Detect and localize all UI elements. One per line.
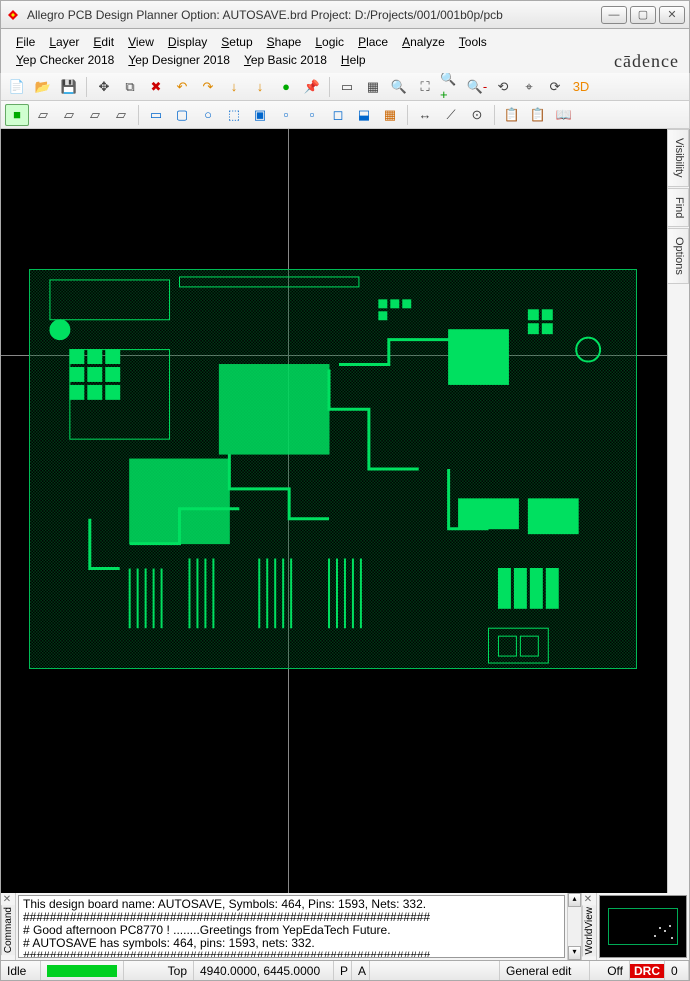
down1-icon[interactable]: ↓ xyxy=(222,76,246,98)
minimize-button[interactable]: — xyxy=(601,6,627,24)
shape-edit3-icon[interactable]: ◻ xyxy=(326,104,350,126)
place-square-icon[interactable]: ■ xyxy=(5,104,29,126)
command-panel-label: Command xyxy=(1,905,15,955)
undo-icon[interactable]: ↶ xyxy=(170,76,194,98)
command-log[interactable]: This design board name: AUTOSAVE, Symbol… xyxy=(18,895,565,958)
shape-split-icon[interactable]: ⬓ xyxy=(352,104,376,126)
app-icon xyxy=(5,7,21,23)
menu-layer[interactable]: Layer xyxy=(42,33,86,51)
scroll-down-icon[interactable]: ▾ xyxy=(568,946,581,960)
maximize-button[interactable]: ▢ xyxy=(630,6,656,24)
shape-outline-icon[interactable]: ▢ xyxy=(170,104,194,126)
scroll-up-icon[interactable]: ▴ xyxy=(568,893,581,907)
shape-edit1-icon[interactable]: ▫ xyxy=(274,104,298,126)
side-tab-find[interactable]: Find xyxy=(668,188,689,227)
side-panel-tabs: VisibilityFindOptions xyxy=(667,129,689,893)
new-file-icon[interactable]: 📄 xyxy=(5,76,29,98)
menu-yep-basic-2018[interactable]: Yep Basic 2018 xyxy=(237,51,334,69)
side-tab-visibility[interactable]: Visibility xyxy=(668,129,689,187)
open-file-icon[interactable]: 📂 xyxy=(31,76,55,98)
worldview-panel-label: WorldView xyxy=(582,905,596,956)
pcb-board-outline xyxy=(29,269,637,669)
status-drc-count: 0 xyxy=(665,961,689,980)
toolbar-main: 📄📂💾✥⧉✖↶↷↓↓●📌▭▦🔍⛶🔍+🔍-⟲⌖⟳3D xyxy=(0,73,690,101)
zoom-prev-icon[interactable]: ⟲ xyxy=(491,76,515,98)
status-progress xyxy=(41,961,124,980)
menu-shape[interactable]: Shape xyxy=(260,33,309,51)
menu-file[interactable]: File xyxy=(9,33,42,51)
menu-setup[interactable]: Setup xyxy=(214,33,259,51)
status-idle: Idle xyxy=(1,961,41,980)
window-title: Allegro PCB Design Planner Option: AUTOS… xyxy=(27,8,598,22)
route-icon[interactable]: ⟋ xyxy=(439,104,463,126)
main-area: VisibilityFindOptions xyxy=(0,129,690,893)
help-book-icon[interactable]: 📖 xyxy=(552,104,576,126)
side-tab-options[interactable]: Options xyxy=(668,228,689,284)
delete-icon[interactable]: ✖ xyxy=(144,76,168,98)
status-layer: Top xyxy=(124,961,194,980)
menu-place[interactable]: Place xyxy=(351,33,395,51)
move-icon[interactable]: ✥ xyxy=(92,76,116,98)
command-scrollbar[interactable]: ▴ ▾ xyxy=(567,893,581,960)
toolbar-shape: ■▱▱▱▱▭▢○⬚▣▫▫◻⬓▦↔⟋⊙📋📋📖 xyxy=(0,101,690,129)
shape-merge-icon[interactable]: ▦ xyxy=(378,104,402,126)
report1-icon[interactable]: 📋 xyxy=(500,104,524,126)
pcb-canvas[interactable] xyxy=(1,129,667,893)
zoom-sel-icon[interactable]: ⌖ xyxy=(517,76,541,98)
pin-icon[interactable]: 📌 xyxy=(300,76,324,98)
menu-display[interactable]: Display xyxy=(161,33,214,51)
worldview-close-icon[interactable]: ✕ xyxy=(582,893,594,905)
down2-icon[interactable]: ↓ xyxy=(248,76,272,98)
save-icon[interactable]: 💾 xyxy=(57,76,81,98)
titlebar: Allegro PCB Design Planner Option: AUTOS… xyxy=(0,0,690,29)
menubar: FileLayerEditViewDisplaySetupShapeLogicP… xyxy=(0,29,690,73)
report2-icon[interactable]: 📋 xyxy=(526,104,550,126)
select-rect-icon[interactable]: ▭ xyxy=(335,76,359,98)
menu-tools[interactable]: Tools xyxy=(452,33,494,51)
brand-logo: cādence xyxy=(614,51,679,72)
status-coords: 4940.0000, 6445.0000 xyxy=(194,961,334,980)
shape-rect-icon[interactable]: ▭ xyxy=(144,104,168,126)
status-mode: General edit xyxy=(500,961,590,980)
menu-edit[interactable]: Edit xyxy=(86,33,121,51)
statusbar: Idle Top 4940.0000, 6445.0000 P A Genera… xyxy=(0,961,690,981)
menu-help[interactable]: Help xyxy=(334,51,373,69)
shape-circle-icon[interactable]: ○ xyxy=(196,104,220,126)
command-line: ########################################… xyxy=(23,950,560,958)
menu-yep-designer-2018[interactable]: Yep Designer 2018 xyxy=(121,51,237,69)
redo-icon[interactable]: ↷ xyxy=(196,76,220,98)
select-box-icon[interactable]: ▦ xyxy=(361,76,385,98)
shape-select-icon[interactable]: ⬚ xyxy=(222,104,246,126)
status-a-button[interactable]: A xyxy=(352,961,370,980)
menu-logic[interactable]: Logic xyxy=(308,33,351,51)
command-close-icon[interactable]: ✕ xyxy=(1,893,13,905)
refresh-icon[interactable]: ⟳ xyxy=(543,76,567,98)
3d-icon[interactable]: 3D xyxy=(569,76,593,98)
menu-yep-checker-2018[interactable]: Yep Checker 2018 xyxy=(9,51,121,69)
layer2-icon[interactable]: ▱ xyxy=(57,104,81,126)
status-drc[interactable]: DRC xyxy=(630,961,665,980)
worldview-minimap[interactable] xyxy=(599,895,687,958)
dimension-icon[interactable]: ↔ xyxy=(413,104,437,126)
zoom-in-icon[interactable]: 🔍+ xyxy=(439,76,463,98)
menu-analyze[interactable]: Analyze xyxy=(395,33,452,51)
shape-group-icon[interactable]: ▣ xyxy=(248,104,272,126)
status-off: Off xyxy=(590,961,630,980)
layer1-icon[interactable]: ▱ xyxy=(31,104,55,126)
zoom-extents-icon[interactable]: ⛶ xyxy=(413,76,437,98)
zoom-out-icon[interactable]: 🔍- xyxy=(465,76,489,98)
zoom-window-icon[interactable]: 🔍 xyxy=(387,76,411,98)
layer3-icon[interactable]: ▱ xyxy=(83,104,107,126)
command-area: ✕ Command This design board name: AUTOSA… xyxy=(0,893,690,961)
layer4-icon[interactable]: ▱ xyxy=(109,104,133,126)
close-button[interactable]: ✕ xyxy=(659,6,685,24)
status-p-button[interactable]: P xyxy=(334,961,352,980)
drill-icon[interactable]: ⊙ xyxy=(465,104,489,126)
menu-view[interactable]: View xyxy=(121,33,161,51)
shape-edit2-icon[interactable]: ▫ xyxy=(300,104,324,126)
copy-icon[interactable]: ⧉ xyxy=(118,76,142,98)
globe-icon[interactable]: ● xyxy=(274,76,298,98)
